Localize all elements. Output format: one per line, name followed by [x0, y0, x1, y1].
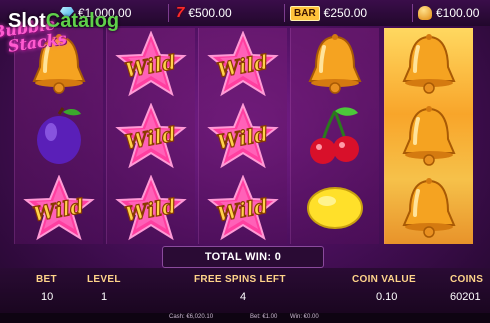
coin-value-label: COIN VALUE [352, 274, 416, 285]
wild-symbol: Wild [15, 172, 103, 244]
free-spins-value: 4 [240, 291, 247, 303]
watermark-part-1: Slot [8, 10, 46, 32]
jackpot-bell: €100.00 [418, 4, 479, 22]
bell-symbol [385, 28, 473, 100]
wild-symbol: Wild [107, 28, 195, 100]
bet-label: BET [36, 274, 57, 285]
bell-icon [418, 6, 432, 20]
wild-symbol: Wild [199, 100, 287, 172]
bet-status: Bet: €1.00 [250, 314, 278, 320]
bar-icon: BAR [290, 5, 320, 21]
wild-symbol: Wild [107, 100, 195, 172]
divider [284, 4, 285, 22]
divider [412, 4, 413, 22]
bell-symbol [291, 28, 379, 100]
reel-4 [290, 28, 379, 244]
plum-symbol [15, 100, 103, 172]
wild-symbol: Wild [107, 172, 195, 244]
slot-game: €1,000.00 7 €500.00 BAR €250.00 €100.00 … [0, 0, 490, 323]
bottom-panel: BET 10 LEVEL 1 FREE SPINS LEFT 4 COIN VA… [0, 268, 490, 313]
coins-label: COINS [450, 274, 484, 285]
bell-symbol [385, 100, 473, 172]
free-spins-label: FREE SPINS LEFT [194, 274, 286, 285]
coin-value[interactable]: 0.10 [376, 291, 397, 303]
watermark-part-2: Catalog [45, 10, 120, 32]
jackpot-value: €250.00 [323, 6, 368, 20]
seven-icon: 7 [176, 4, 185, 21]
reel-5 [384, 28, 473, 244]
cash-status: Cash: €6,020.10 [169, 314, 214, 320]
divider [168, 4, 169, 22]
reel-2: Wild Wild Wild [106, 28, 195, 244]
reel-3: Wild Wild Wild [198, 28, 287, 244]
reel-grid: Wild Wild Wild Wild Wild Wild Wild [14, 28, 476, 244]
win-status: Win: €0.00 [290, 314, 319, 320]
total-win-display: TOTAL WIN: 0 [162, 246, 324, 268]
level-value[interactable]: 1 [101, 291, 107, 303]
lemon-symbol [291, 172, 379, 244]
wild-symbol: Wild [199, 28, 287, 100]
bet-value[interactable]: 10 [41, 291, 53, 303]
coins-value: 60201 [450, 291, 481, 303]
level-label: LEVEL [87, 274, 121, 285]
wild-symbol: Wild [199, 172, 287, 244]
status-bar: Cash: €6,020.10 Bet: €1.00 Win: €0.00 [0, 313, 490, 323]
bell-symbol [385, 172, 473, 244]
jackpot-seven: 7 €500.00 [176, 4, 232, 22]
watermark: SlotCatalog [8, 10, 119, 33]
jackpot-value: €100.00 [436, 6, 480, 20]
jackpot-value: €500.00 [188, 6, 232, 20]
cherry-symbol [291, 100, 379, 172]
jackpot-bar-symbol: BAR €250.00 [290, 4, 367, 22]
